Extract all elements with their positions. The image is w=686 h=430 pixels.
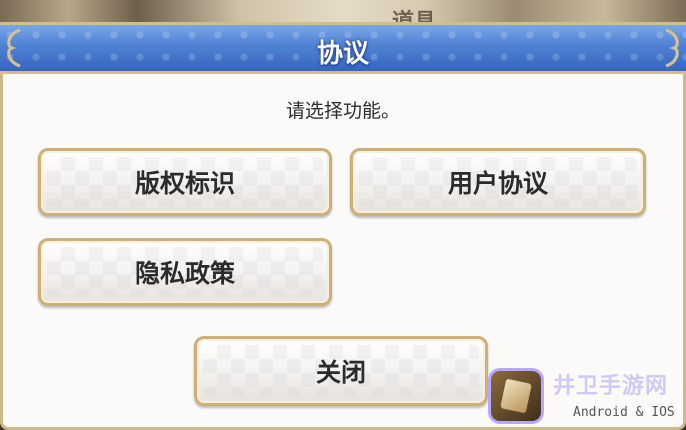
close-button-label: 关闭 xyxy=(315,358,366,387)
watermark-logo-icon xyxy=(488,368,544,424)
corner-ornament-left-icon xyxy=(7,28,21,68)
user-agreement-button-label: 用户协议 xyxy=(447,169,548,198)
watermark-platform: Android & IOS xyxy=(573,405,675,420)
close-button[interactable]: 关闭 xyxy=(194,336,488,406)
copyright-button-label: 版权标识 xyxy=(134,169,235,198)
dialog-title-bar: 协议 xyxy=(0,22,686,74)
privacy-policy-button[interactable]: 隐私政策 xyxy=(38,238,332,306)
user-agreement-button[interactable]: 用户协议 xyxy=(350,148,646,216)
watermark-site-name: 井卫手游网 xyxy=(553,374,669,399)
dialog-title: 协议 xyxy=(316,39,369,69)
privacy-policy-button-label: 隐私政策 xyxy=(134,259,235,288)
corner-ornament-right-icon xyxy=(665,28,679,68)
dialog-prompt: 请选择功能。 xyxy=(285,100,400,122)
copyright-button[interactable]: 版权标识 xyxy=(38,148,332,216)
